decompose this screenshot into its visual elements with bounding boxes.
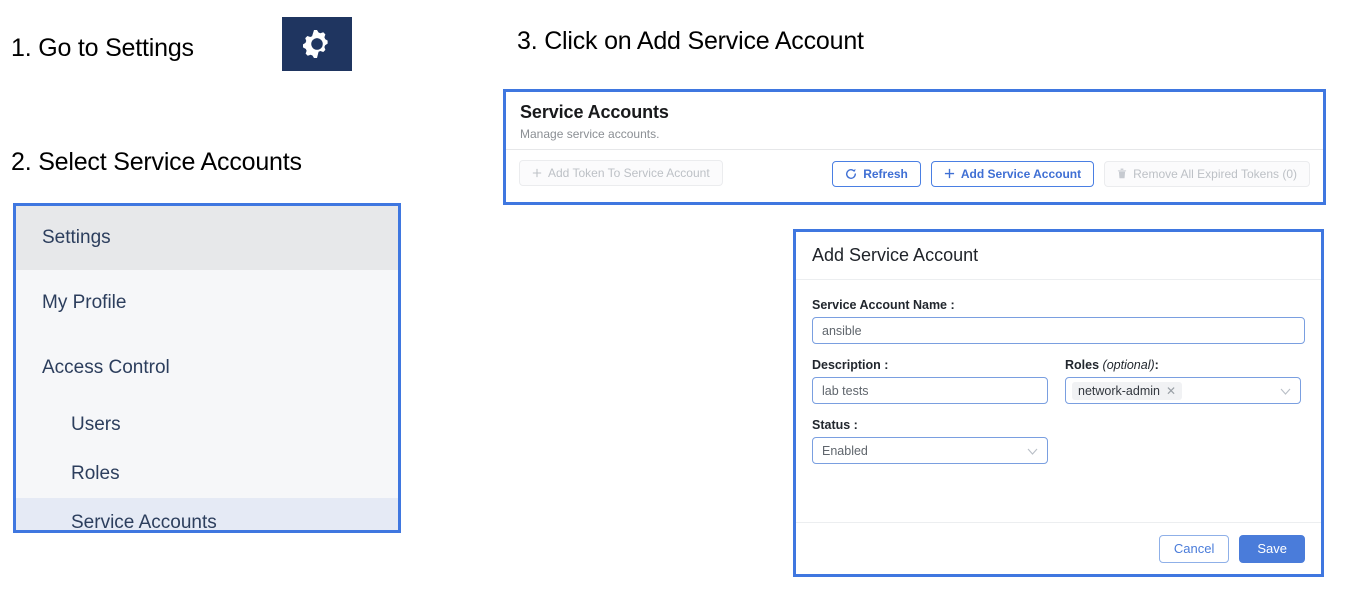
- page-subtitle: Manage service accounts.: [520, 127, 660, 141]
- sidebar-item-label: Roles: [71, 462, 120, 484]
- toolbar-right-group: Refresh Add Service Account Remove All E…: [832, 150, 1310, 197]
- dialog-title: Add Service Account: [796, 232, 1321, 280]
- button-label: Add Service Account: [960, 166, 1082, 181]
- sidebar-item-label: My Profile: [42, 291, 127, 313]
- roles-label-optional: (optional): [1102, 358, 1155, 372]
- add-service-account-button[interactable]: Add Service Account: [930, 160, 1095, 187]
- roles-label-suffix: :: [1154, 358, 1159, 372]
- description-field-group: Description : lab tests: [812, 358, 1048, 404]
- refresh-button[interactable]: Refresh: [832, 160, 921, 187]
- sidebar-item-users[interactable]: Users: [16, 400, 398, 449]
- settings-sidebar-panel: Settings My Profile Access Control Users…: [13, 203, 401, 533]
- step-1-caption: 1. Go to Settings: [11, 34, 194, 62]
- step-3-caption: 3. Click on Add Service Account: [517, 27, 864, 55]
- description-roles-row: Description : lab tests Roles (optional)…: [812, 358, 1305, 404]
- select-value: Enabled: [822, 443, 868, 458]
- close-icon[interactable]: ✕: [1166, 384, 1176, 398]
- button-label: Add Token To Service Account: [548, 166, 710, 180]
- service-accounts-toolbar: Add Token To Service Account Refresh Add…: [506, 149, 1323, 196]
- trash-icon: [1117, 168, 1127, 179]
- sidebar-item-settings[interactable]: Settings: [16, 206, 398, 270]
- service-account-name-input[interactable]: ansible: [812, 317, 1305, 344]
- input-value: ansible: [822, 323, 862, 338]
- settings-gear-tile[interactable]: [282, 17, 352, 71]
- role-chip-network-admin[interactable]: network-admin ✕: [1072, 381, 1183, 400]
- sidebar-item-service-accounts[interactable]: Service Accounts: [16, 498, 398, 533]
- sidebar-item-label: Users: [71, 413, 121, 435]
- roles-label: Roles (optional):: [1065, 358, 1301, 372]
- plus-icon: [532, 168, 542, 178]
- add-token-to-service-account-button[interactable]: Add Token To Service Account: [519, 160, 723, 186]
- add-service-account-dialog: Add Service Account Service Account Name…: [793, 229, 1324, 577]
- chevron-down-icon: [1280, 384, 1291, 398]
- status-label: Status :: [812, 418, 858, 432]
- remove-all-expired-tokens-button[interactable]: Remove All Expired Tokens (0): [1104, 160, 1310, 187]
- description-label: Description :: [812, 358, 889, 372]
- service-account-name-label: Service Account Name :: [812, 298, 955, 312]
- sidebar-item-label: Access Control: [42, 356, 170, 378]
- chevron-down-icon: [1027, 444, 1038, 458]
- status-row: Status : Enabled: [812, 418, 1305, 464]
- status-select[interactable]: Enabled: [812, 437, 1048, 464]
- service-accounts-card: Service Accounts Manage service accounts…: [503, 89, 1326, 205]
- plus-icon: [944, 168, 955, 179]
- dialog-body: Service Account Name : ansible Descripti…: [796, 280, 1321, 522]
- status-field-group: Status : Enabled: [812, 418, 1048, 464]
- dialog-footer: Cancel Save: [796, 522, 1321, 574]
- service-account-name-field-group: Service Account Name : ansible: [812, 298, 1305, 344]
- service-accounts-card-header: Service Accounts Manage service accounts…: [506, 92, 1323, 149]
- cancel-button[interactable]: Cancel: [1158, 534, 1230, 563]
- save-button[interactable]: Save: [1239, 534, 1305, 563]
- sidebar-item-label: Settings: [42, 227, 111, 248]
- roles-label-text: Roles: [1065, 358, 1100, 372]
- step-2-caption: 2. Select Service Accounts: [11, 148, 302, 176]
- sidebar-item-my-profile[interactable]: My Profile: [16, 270, 398, 335]
- description-input[interactable]: lab tests: [812, 377, 1048, 404]
- chip-label: network-admin: [1078, 383, 1160, 398]
- page-title: Service Accounts: [520, 102, 669, 122]
- button-label: Remove All Expired Tokens (0): [1133, 166, 1297, 181]
- roles-field-group: Roles (optional): network-admin ✕: [1065, 358, 1301, 404]
- screenshot-root: 1. Go to Settings 2. Select Service Acco…: [0, 0, 1346, 607]
- input-value: lab tests: [822, 383, 869, 398]
- gear-icon: [302, 29, 332, 59]
- refresh-icon: [845, 168, 857, 180]
- button-label: Refresh: [863, 166, 908, 181]
- sidebar-item-access-control[interactable]: Access Control: [16, 335, 398, 400]
- sidebar-item-label: Service Accounts: [71, 511, 217, 533]
- sidebar-item-roles[interactable]: Roles: [16, 449, 398, 498]
- roles-multiselect[interactable]: network-admin ✕: [1065, 377, 1301, 404]
